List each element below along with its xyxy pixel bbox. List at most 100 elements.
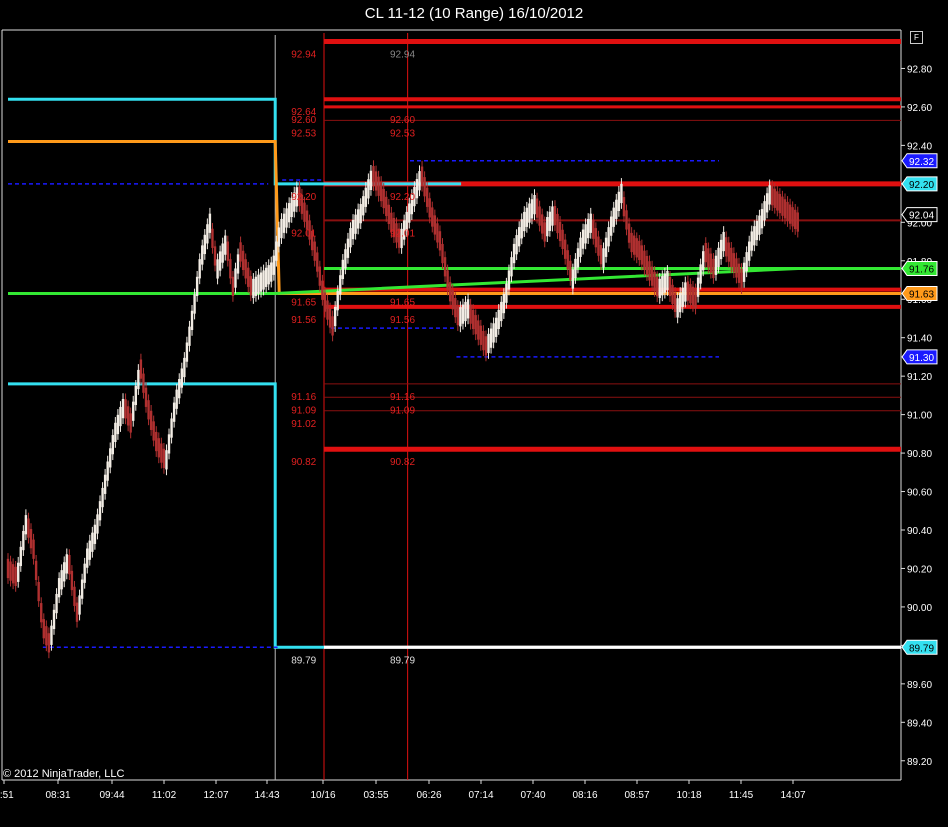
x-tick-label-5: 14:43 (254, 790, 279, 801)
candle-body-181 (469, 304, 472, 324)
x-tick-label-3: 11:02 (152, 790, 177, 801)
candle-body-133 (346, 238, 350, 258)
x-tick-label-14: 11:45 (729, 790, 754, 801)
candle-body-184 (477, 320, 480, 340)
candle-body-222 (574, 258, 577, 279)
level-label-7-0: 91.65 (291, 298, 316, 309)
candle-body-73 (193, 294, 196, 314)
candle-body-243 (627, 223, 631, 243)
candle-body-41 (111, 435, 114, 455)
candle-body-160 (415, 179, 419, 199)
candle-body-210 (543, 222, 546, 242)
candle-body-97 (254, 276, 258, 296)
candle-body-192 (497, 309, 500, 330)
candle-body-125 (326, 300, 329, 320)
candle-body-5 (19, 546, 22, 567)
candle-body-227 (586, 218, 590, 239)
level-label-9-0: 91.56 (291, 315, 316, 326)
candle-body-231 (597, 236, 600, 256)
candle-body-166 (431, 207, 434, 227)
candle-body-189 (489, 328, 493, 348)
candle-body-1 (9, 561, 12, 581)
price-flag-0: 92.32 (901, 153, 938, 169)
y-tick-label-11: 90.60 (907, 488, 932, 499)
candle-body-60 (160, 443, 163, 463)
candle-body-10 (32, 539, 35, 559)
candle-body-48 (129, 413, 132, 433)
candle-body-293 (755, 220, 759, 241)
candle-body-35 (96, 514, 99, 534)
price-flag-2: 92.04 (901, 207, 938, 223)
candle-body-232 (599, 245, 603, 265)
y-tick-label-0: 92.80 (907, 64, 932, 75)
candle-body-271 (699, 264, 702, 284)
candle-body-225 (581, 229, 585, 249)
level-label-13-1: 90.82 (390, 457, 415, 468)
candle-body-92 (241, 250, 245, 270)
candle-body-281 (725, 237, 728, 257)
price-flag-label-0: 92.32 (909, 157, 934, 168)
candle-body-3 (14, 566, 17, 587)
candle-body-195 (505, 283, 508, 303)
candle-body-286 (737, 263, 741, 283)
candle-body-291 (750, 231, 753, 251)
candle-body-29 (80, 579, 84, 599)
candle-body-52 (139, 359, 143, 379)
candle-body-223 (576, 248, 580, 268)
candle-body-117 (305, 210, 309, 230)
price-flag-label-4: 91.63 (909, 289, 934, 300)
copyright-text: © 2012 NinjaTrader, LLC (3, 768, 125, 780)
candle-body-49 (132, 401, 135, 421)
level-label-7-1: 91.65 (390, 298, 415, 309)
candle-body-290 (748, 241, 751, 261)
candle-body-186 (482, 330, 485, 351)
candle-body-134 (349, 228, 352, 248)
candle-body-141 (367, 179, 370, 199)
level-label-5-0: 92.01 (291, 228, 316, 239)
candle-body-207 (535, 198, 539, 218)
candle-body-136 (354, 214, 357, 234)
candle-body-72 (190, 310, 194, 330)
price-flag-6: 89.79 (901, 639, 938, 655)
candle-body-273 (704, 242, 707, 263)
candle-body-213 (551, 206, 554, 226)
candle-body-25 (70, 570, 74, 591)
y-tick-label-1: 92.60 (907, 103, 932, 114)
x-tick-label-11: 08:16 (572, 790, 597, 801)
candle-body-259 (668, 276, 672, 297)
candle-body-226 (584, 224, 587, 244)
candle-body-234 (604, 237, 608, 257)
candle-body-276 (712, 258, 715, 279)
candle-body-16 (47, 633, 51, 653)
price-chart[interactable]: 92.94 92.9492.6492.60 92.6092.53 92.5392.20… (0, 0, 948, 827)
level-label-10-1: 91.16 (390, 392, 415, 403)
candle-body-284 (732, 253, 736, 273)
candle-body-169 (438, 231, 442, 251)
candle-body-198 (512, 243, 516, 264)
candle-body-137 (356, 209, 360, 229)
candle-body-76 (201, 245, 204, 265)
candle-body-90 (236, 254, 240, 274)
format-button[interactable]: F (910, 31, 923, 44)
candle-body-216 (558, 221, 562, 242)
candle-body-144 (374, 171, 378, 191)
candle-body-180 (466, 299, 470, 319)
session-close-line (8, 140, 798, 295)
candle-body-221 (571, 269, 575, 289)
candle-body-248 (640, 245, 644, 265)
candle-body-197 (510, 257, 513, 277)
candle-body-270 (696, 277, 700, 297)
candle-body-129 (336, 291, 339, 311)
candle-body-30 (83, 563, 86, 583)
candle-body-257 (663, 273, 667, 293)
candle-body-175 (454, 298, 457, 318)
candle-body-2 (11, 564, 15, 584)
candle-body-282 (727, 242, 730, 262)
price-flag-label-5: 91.30 (909, 353, 934, 364)
candle-body-38 (103, 474, 107, 494)
candle-body-283 (730, 247, 733, 268)
candle-body-296 (763, 201, 766, 221)
candle-body-205 (530, 199, 534, 219)
candle-body-285 (735, 258, 738, 278)
candle-body-288 (742, 262, 746, 282)
